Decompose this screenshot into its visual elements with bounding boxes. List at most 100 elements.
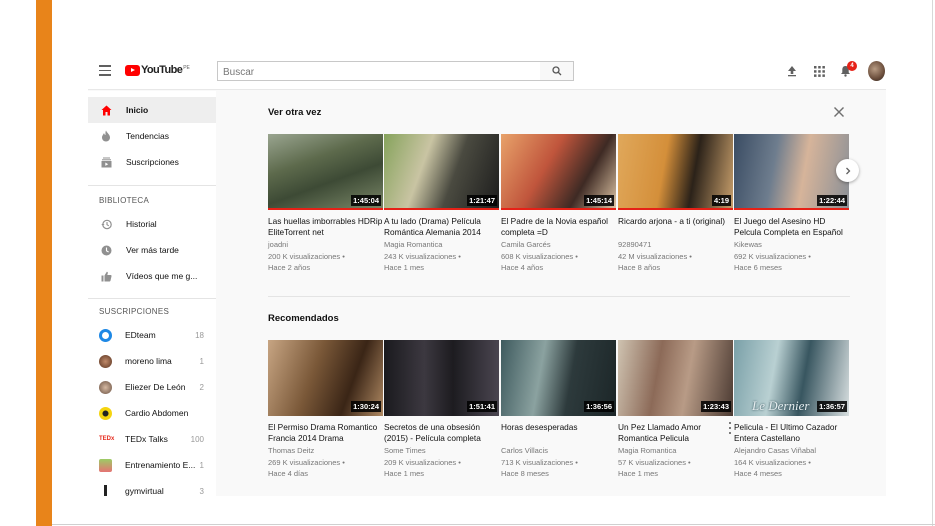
- video-card[interactable]: 1:45:04 Las huellas imborrables HDRip El…: [268, 134, 383, 273]
- sidebar-item-historial[interactable]: Historial: [88, 211, 216, 237]
- sidebar-channel-edteam[interactable]: EDteam 18: [88, 322, 216, 348]
- video-channel[interactable]: Some Times: [384, 446, 499, 457]
- video-card[interactable]: 1:23:43 Un Pez Llamado Amor Romantica Pe…: [618, 340, 733, 479]
- video-channel[interactable]: joadni: [268, 240, 383, 251]
- sidebar-item-videos-me-gustan[interactable]: Vídeos que me g...: [88, 263, 216, 289]
- video-thumbnail[interactable]: 1:21:47: [384, 134, 499, 210]
- video-thumbnail[interactable]: 1:22:44: [734, 134, 849, 210]
- watch-progress-bar: [734, 207, 849, 210]
- video-duration: 1:36:56: [584, 401, 614, 412]
- video-views: 164 K visualizaciones •: [734, 457, 811, 467]
- thumbnail-text: Le Dernier: [752, 398, 810, 413]
- video-card[interactable]: 1:51:41 Secretos de una obsesión (2015) …: [384, 340, 499, 479]
- video-age: Hace 1 mes: [384, 468, 425, 478]
- video-channel[interactable]: Camila Garcés: [501, 240, 616, 251]
- youtube-app: YouTube PE 4 Inicio: [88, 53, 886, 496]
- channel-avatar: [99, 380, 112, 394]
- video-title[interactable]: Las huellas imborrables HDRip EliteTorre…: [268, 216, 383, 237]
- video-duration: 4:19: [711, 195, 731, 206]
- user-avatar[interactable]: [868, 61, 885, 81]
- tedx-logo: TEDx: [99, 435, 115, 442]
- video-duration: 1:22:44: [817, 195, 847, 206]
- page-border-bottom: [52, 524, 935, 525]
- video-duration: 1:21:47: [467, 195, 497, 206]
- video-channel[interactable]: Thomas Deitz: [268, 446, 383, 457]
- video-card[interactable]: 1:21:47 A tu lado (Drama) Película Román…: [384, 134, 499, 273]
- video-channel[interactable]: Alejandro Casas Viñabal: [734, 446, 849, 457]
- video-channel[interactable]: Carlos Villacis: [501, 446, 616, 457]
- sidebar-channel-cardio-abdomen[interactable]: Cardio Abdomen: [88, 400, 216, 426]
- sidebar-divider: [88, 298, 216, 299]
- video-thumbnail[interactable]: 4:19: [618, 134, 733, 210]
- video-title[interactable]: Horas desesperadas: [501, 422, 616, 443]
- video-age: Hace 2 años: [268, 262, 311, 272]
- video-channel[interactable]: Kikewas: [734, 240, 849, 251]
- sidebar-divider: [88, 185, 216, 186]
- section-title: Ver otra vez: [268, 107, 322, 118]
- video-channel[interactable]: Magia Romantica: [384, 240, 499, 251]
- video-views: 608 K visualizaciones •: [501, 251, 578, 261]
- video-thumbnail[interactable]: 1:30:24: [268, 340, 383, 416]
- orange-accent-bar: [36, 0, 52, 526]
- video-thumbnail[interactable]: 1:45:14: [501, 134, 616, 210]
- video-channel[interactable]: 92890471: [618, 240, 733, 251]
- video-card[interactable]: 1:45:14 El Padre de la Novia español com…: [501, 134, 616, 273]
- sidebar-channel-tedx-talks[interactable]: TEDx TEDx Talks 100: [88, 426, 216, 452]
- video-age: Hace 8 meses: [501, 468, 549, 478]
- sidebar-channel-gymvirtual[interactable]: gymvirtual 3: [88, 478, 216, 496]
- video-duration: 1:36:57: [817, 401, 847, 412]
- video-views: 57 K visualizaciones •: [618, 457, 691, 467]
- history-icon: [100, 218, 112, 230]
- search-input[interactable]: [218, 63, 508, 82]
- sidebar-item-ver-mas-tarde[interactable]: Ver más tarde: [88, 237, 216, 263]
- sidebar-item-label: Ver más tarde: [126, 245, 179, 255]
- sidebar-item-label: Vídeos que me g...: [126, 271, 198, 281]
- video-title[interactable]: El Juego del Asesino HD Pelcula Completa…: [734, 216, 849, 237]
- video-duration: 1:51:41: [467, 401, 497, 412]
- sidebar-item-suscripciones[interactable]: Suscripciones: [88, 149, 216, 175]
- video-card[interactable]: 1:36:56 Horas desesperadas Carlos Villac…: [501, 340, 616, 479]
- video-title[interactable]: El Padre de la Novia español completa =D: [501, 216, 616, 237]
- video-thumbnail[interactable]: 1:36:56: [501, 340, 616, 416]
- sidebar-channel-eliezer-de-leon[interactable]: Eliezer De León 2: [88, 374, 216, 400]
- youtube-logo[interactable]: YouTube PE: [125, 64, 190, 78]
- sidebar-item-label: Historial: [126, 219, 157, 229]
- search-box: [217, 61, 541, 82]
- apps-icon[interactable]: [811, 63, 827, 79]
- search-button[interactable]: [540, 61, 574, 81]
- video-title[interactable]: Ricardo arjona - a ti (original): [618, 216, 733, 237]
- channel-name: Entrenamiento E...: [125, 460, 196, 470]
- more-options-icon[interactable]: [727, 422, 733, 434]
- video-card[interactable]: 4:19 Ricardo arjona - a ti (original) 92…: [618, 134, 733, 273]
- video-thumbnail[interactable]: 1:23:43: [618, 340, 733, 416]
- logo-text: YouTube: [141, 64, 183, 76]
- upload-icon[interactable]: [784, 63, 800, 79]
- sidebar-item-tendencias[interactable]: Tendencias: [88, 123, 216, 149]
- sidebar-item-inicio[interactable]: Inicio: [88, 97, 216, 123]
- channel-avatar: [99, 484, 112, 496]
- sidebar-channel-entrenamiento[interactable]: Entrenamiento E... 1: [88, 452, 216, 478]
- video-views: 209 K visualizaciones •: [384, 457, 461, 467]
- video-card[interactable]: 1:22:44 El Juego del Asesino HD Pelcula …: [734, 134, 849, 273]
- video-card[interactable]: 1:30:24 El Permiso Drama Romantico Franc…: [268, 340, 383, 479]
- video-title[interactable]: Un Pez Llamado Amor Romantica Pelicula A…: [618, 422, 733, 443]
- video-title[interactable]: Pelicula - El Ultimo Cazador Entera Cast…: [734, 422, 849, 443]
- menu-icon[interactable]: [99, 65, 111, 76]
- video-views: 243 K visualizaciones •: [384, 251, 461, 261]
- video-channel[interactable]: Magia Romantica: [618, 446, 733, 457]
- video-title[interactable]: A tu lado (Drama) Película Romántica Ale…: [384, 216, 499, 237]
- sidebar-item-label: Suscripciones: [126, 157, 179, 167]
- sidebar-item-label: Tendencias: [126, 131, 170, 141]
- video-thumbnail[interactable]: 1:45:04: [268, 134, 383, 210]
- video-thumbnail[interactable]: 1:51:41: [384, 340, 499, 416]
- video-title[interactable]: El Permiso Drama Romantico Francia 2014 …: [268, 422, 383, 443]
- video-card[interactable]: Le Dernier 1:36:57 Pelicula - El Ultimo …: [734, 340, 849, 479]
- video-duration: 1:45:04: [351, 195, 381, 206]
- channel-avatar: [99, 328, 112, 342]
- video-age: Hace 1 mes: [384, 262, 425, 272]
- carousel-next-button[interactable]: [836, 159, 859, 182]
- close-icon[interactable]: [833, 105, 847, 119]
- video-title[interactable]: Secretos de una obsesión (2015) - Pelícu…: [384, 422, 499, 443]
- sidebar-channel-moreno-lima[interactable]: moreno lima 1: [88, 348, 216, 374]
- video-thumbnail[interactable]: Le Dernier 1:36:57: [734, 340, 849, 416]
